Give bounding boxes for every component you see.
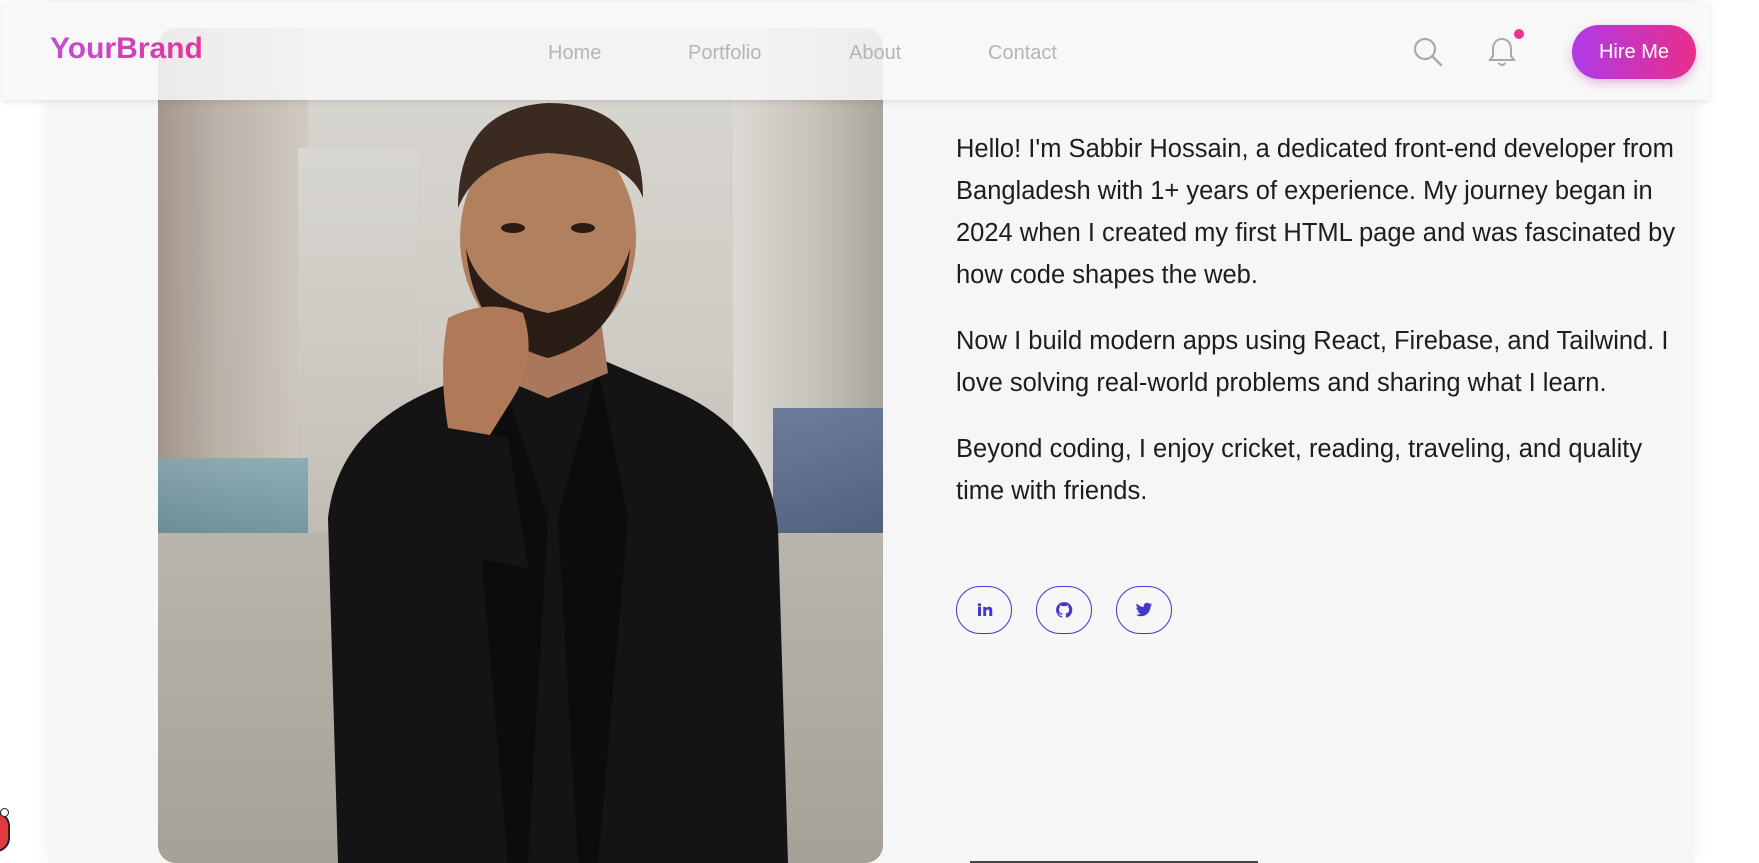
twitter-button[interactable] [1116,586,1172,634]
notification-badge [1512,27,1526,41]
github-button[interactable] [1036,586,1092,634]
github-icon [1056,602,1073,618]
floating-widget-handle [0,808,9,817]
hire-me-button[interactable]: Hire Me [1572,25,1696,79]
search-icon [1413,37,1443,67]
bio-paragraph-3: Beyond coding, I enjoy cricket, reading,… [956,435,1643,505]
profile-photo [158,28,883,863]
photo-person [328,103,788,863]
page: Hello! I'm Sabbir Hossain, a dedicated f… [0,0,1759,863]
twitter-icon [1135,602,1153,617]
bio-paragraph-1: Hello! I'm Sabbir Hossain, a dedicated f… [956,135,1676,289]
navbar: YourBrand Home Portfolio About Contact H… [2,2,1710,100]
nav-link-home[interactable]: Home [548,42,601,65]
search-button[interactable] [1410,34,1446,70]
bio-paragraph-2: Now I build modern apps using React, Fir… [956,327,1669,397]
nav-link-portfolio[interactable]: Portfolio [688,42,761,65]
social-links [956,586,1172,634]
bio-text: Hello! I'm Sabbir Hossain, a dedicated f… [956,128,1696,536]
nav-link-about[interactable]: About [849,42,901,65]
linkedin-button[interactable] [956,586,1012,634]
brand-logo[interactable]: YourBrand [50,32,203,66]
linkedin-icon [977,603,993,616]
about-section: Hello! I'm Sabbir Hossain, a dedicated f… [48,0,1694,863]
nav-link-contact[interactable]: Contact [988,42,1057,65]
bell-icon [1488,37,1516,66]
floating-widget[interactable] [0,812,10,852]
